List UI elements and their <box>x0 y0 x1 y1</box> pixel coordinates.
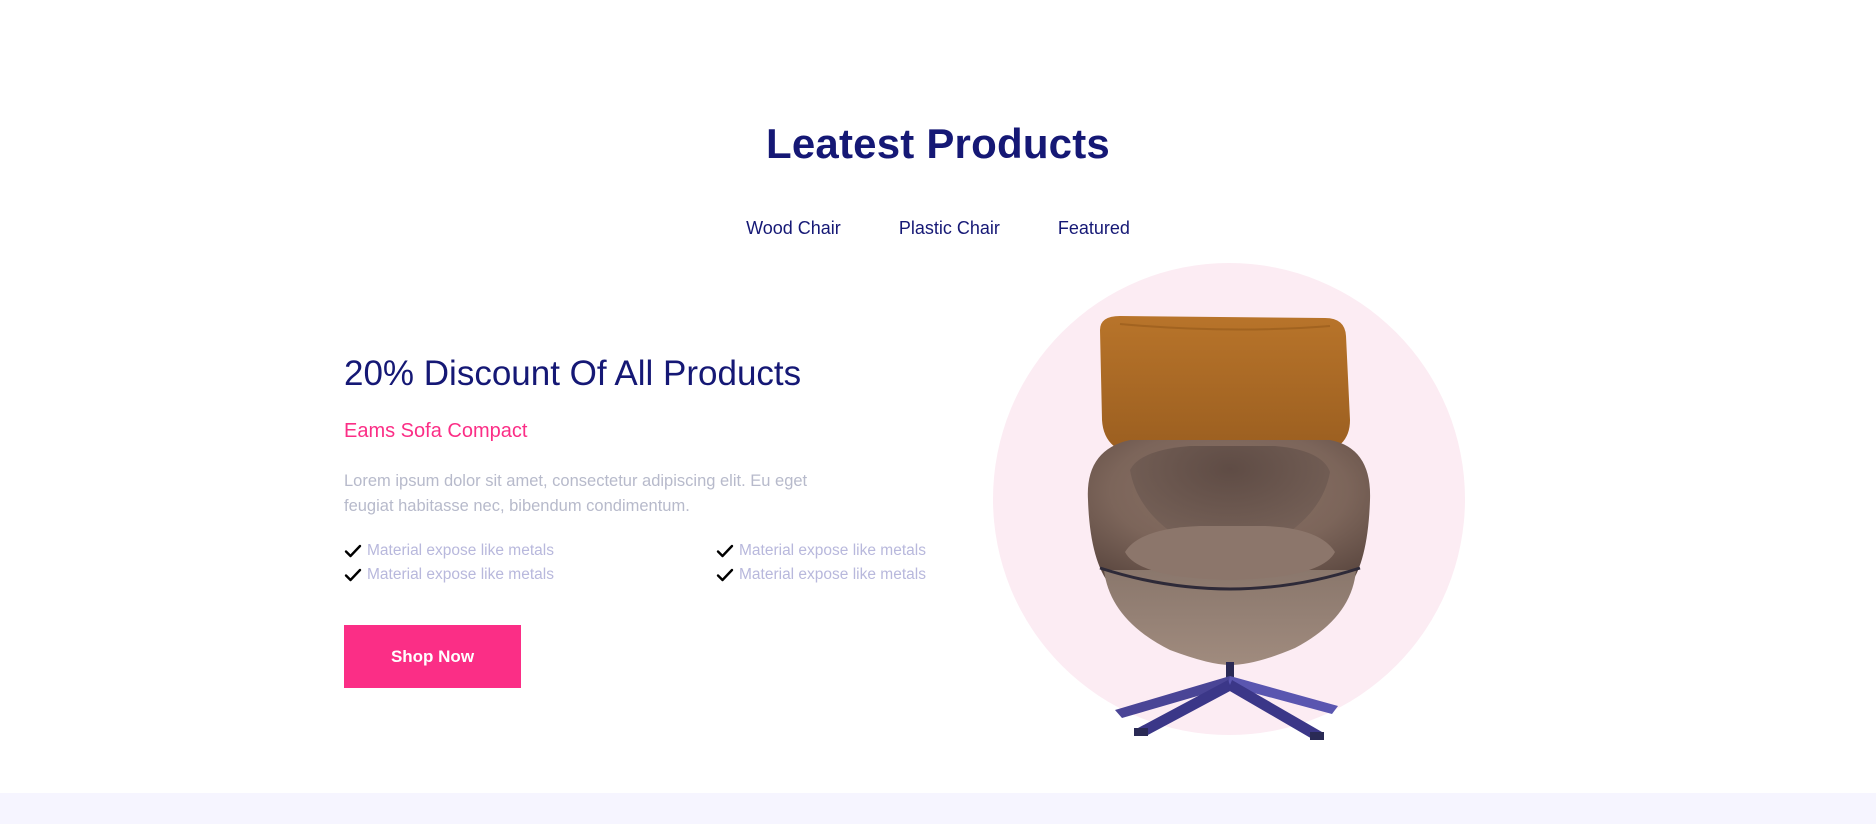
feature-label: Material expose like metals <box>739 542 926 559</box>
feature-label: Material expose like metals <box>739 566 926 583</box>
check-icon <box>344 544 362 558</box>
check-icon <box>716 568 734 582</box>
tab-wood-chair[interactable]: Wood Chair <box>746 218 841 239</box>
offer-description: Lorem ipsum dolor sit amet, consectetur … <box>344 472 808 515</box>
feature-label: Material expose like metals <box>367 542 554 559</box>
shop-now-button[interactable]: Shop Now <box>344 625 521 688</box>
section-title: Leatest Products <box>766 120 1110 167</box>
tab-featured[interactable]: Featured <box>1058 218 1130 239</box>
feature-item: Material expose like metals <box>716 541 944 561</box>
offer-subtitle: Eams Sofa Compact <box>344 420 528 442</box>
feature-item: Material expose like metals <box>344 565 716 585</box>
offer-title: 20% Discount Of All Products <box>344 354 802 393</box>
feature-list: Material expose like metals Material exp… <box>344 541 944 585</box>
tab-plastic-chair[interactable]: Plastic Chair <box>899 218 1000 239</box>
feature-label: Material expose like metals <box>367 566 554 583</box>
check-icon <box>344 568 362 582</box>
next-section-band <box>0 793 1876 824</box>
category-tabs: Wood Chair Plastic Chair Featured <box>0 218 1876 239</box>
check-icon <box>716 544 734 558</box>
feature-item: Material expose like metals <box>344 541 716 561</box>
feature-item: Material expose like metals <box>716 565 944 585</box>
armchair-image <box>1087 316 1371 740</box>
